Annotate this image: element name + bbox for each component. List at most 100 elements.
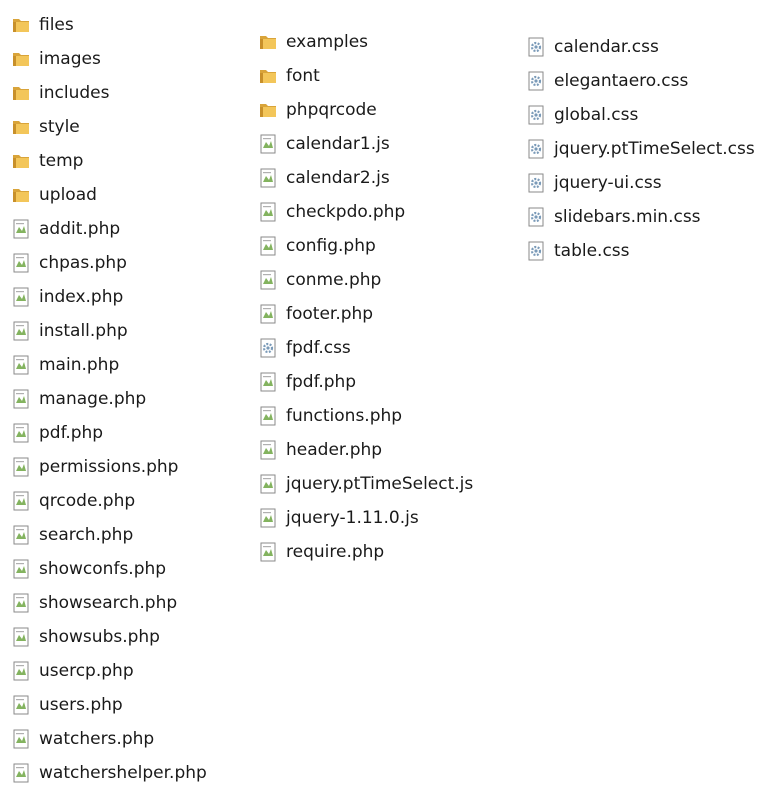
script-file-icon [10, 388, 32, 410]
item-label: permissions.php [39, 457, 179, 477]
item-label: showconfs.php [39, 559, 167, 579]
item-label: watchershelper.php [39, 763, 207, 783]
item-label: index.php [39, 287, 124, 307]
item-label: font [286, 66, 320, 86]
script-file-icon [257, 201, 279, 223]
file-item[interactable]: showconfs.php [10, 552, 207, 586]
file-item[interactable]: global.css [525, 98, 755, 132]
item-label: conme.php [286, 270, 382, 290]
file-item[interactable]: index.php [10, 280, 207, 314]
folder-item[interactable]: images [10, 42, 207, 76]
folder-item[interactable]: phpqrcode [257, 93, 473, 127]
file-item[interactable]: checkpdo.php [257, 195, 473, 229]
script-file-icon [10, 218, 32, 240]
script-file-icon [10, 320, 32, 342]
file-item[interactable]: fpdf.php [257, 365, 473, 399]
folder-icon [10, 82, 32, 104]
folder-icon [10, 150, 32, 172]
item-label: jquery.ptTimeSelect.css [554, 139, 755, 159]
folder-item[interactable]: temp [10, 144, 207, 178]
file-item[interactable]: qrcode.php [10, 484, 207, 518]
file-item[interactable]: functions.php [257, 399, 473, 433]
script-file-icon [10, 558, 32, 580]
item-label: chpas.php [39, 253, 127, 273]
file-item[interactable]: manage.php [10, 382, 207, 416]
file-item[interactable]: users.php [10, 688, 207, 722]
item-label: config.php [286, 236, 376, 256]
file-item[interactable]: main.php [10, 348, 207, 382]
script-file-icon [10, 456, 32, 478]
item-label: showsearch.php [39, 593, 178, 613]
script-file-icon [10, 694, 32, 716]
item-label: checkpdo.php [286, 202, 406, 222]
file-item[interactable]: jquery.ptTimeSelect.js [257, 467, 473, 501]
file-item[interactable]: table.css [525, 234, 755, 268]
item-label: temp [39, 151, 84, 171]
item-label: addit.php [39, 219, 121, 239]
file-item[interactable]: calendar1.js [257, 127, 473, 161]
file-item[interactable]: showsubs.php [10, 620, 207, 654]
file-item[interactable]: addit.php [10, 212, 207, 246]
item-label: calendar.css [554, 37, 659, 57]
file-column-1: files images includes style temp upload addit.… [10, 8, 207, 790]
file-item[interactable]: calendar2.js [257, 161, 473, 195]
file-item[interactable]: fpdf.css [257, 331, 473, 365]
folder-icon [257, 31, 279, 53]
file-item[interactable]: footer.php [257, 297, 473, 331]
script-file-icon [257, 439, 279, 461]
item-label: qrcode.php [39, 491, 136, 511]
file-item[interactable]: showsearch.php [10, 586, 207, 620]
item-label: examples [286, 32, 369, 52]
item-label: jquery-1.11.0.js [286, 508, 419, 528]
css-file-icon [525, 240, 547, 262]
script-file-icon [10, 762, 32, 784]
file-item[interactable]: jquery-1.11.0.js [257, 501, 473, 535]
script-file-icon [10, 252, 32, 274]
folder-item[interactable]: files [10, 8, 207, 42]
css-file-icon [525, 70, 547, 92]
folder-item[interactable]: font [257, 59, 473, 93]
file-item[interactable]: watchershelper.php [10, 756, 207, 790]
file-item[interactable]: config.php [257, 229, 473, 263]
file-item[interactable]: install.php [10, 314, 207, 348]
file-item[interactable]: slidebars.min.css [525, 200, 755, 234]
item-label: fpdf.php [286, 372, 357, 392]
file-item[interactable]: search.php [10, 518, 207, 552]
item-label: jquery-ui.css [554, 173, 662, 193]
file-item[interactable]: require.php [257, 535, 473, 569]
file-item[interactable]: usercp.php [10, 654, 207, 688]
file-item[interactable]: header.php [257, 433, 473, 467]
file-item[interactable]: calendar.css [525, 30, 755, 64]
file-item[interactable]: watchers.php [10, 722, 207, 756]
file-item[interactable]: jquery.ptTimeSelect.css [525, 132, 755, 166]
file-item[interactable]: permissions.php [10, 450, 207, 484]
file-item[interactable]: pdf.php [10, 416, 207, 450]
file-item[interactable]: chpas.php [10, 246, 207, 280]
file-item[interactable]: jquery-ui.css [525, 166, 755, 200]
folder-item[interactable]: examples [257, 25, 473, 59]
item-label: manage.php [39, 389, 147, 409]
item-label: users.php [39, 695, 123, 715]
script-file-icon [257, 269, 279, 291]
item-label: phpqrcode [286, 100, 377, 120]
folder-icon [10, 48, 32, 70]
item-label: functions.php [286, 406, 403, 426]
folder-icon [257, 65, 279, 87]
folder-item[interactable]: upload [10, 178, 207, 212]
script-file-icon [10, 422, 32, 444]
folder-item[interactable]: style [10, 110, 207, 144]
script-file-icon [10, 524, 32, 546]
item-label: includes [39, 83, 110, 103]
item-label: install.php [39, 321, 128, 341]
item-label: global.css [554, 105, 639, 125]
item-label: main.php [39, 355, 120, 375]
file-item[interactable]: elegantaero.css [525, 64, 755, 98]
item-label: elegantaero.css [554, 71, 689, 91]
script-file-icon [257, 405, 279, 427]
item-label: fpdf.css [286, 338, 351, 358]
item-label: header.php [286, 440, 383, 460]
css-file-icon [525, 104, 547, 126]
folder-item[interactable]: includes [10, 76, 207, 110]
file-item[interactable]: conme.php [257, 263, 473, 297]
script-file-icon [257, 303, 279, 325]
